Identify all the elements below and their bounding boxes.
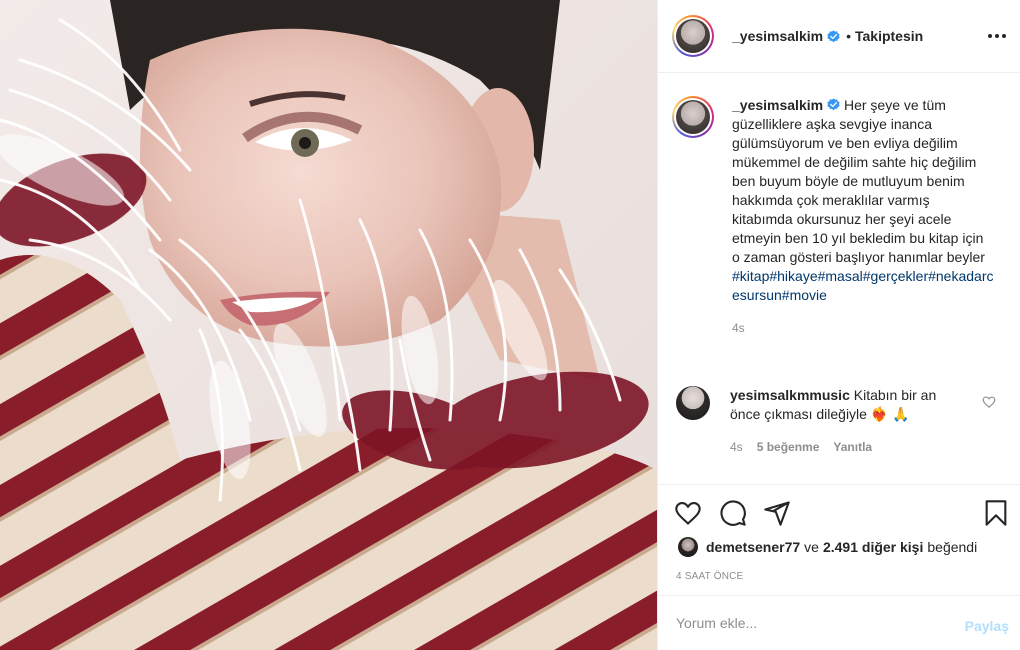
comment-like-heart-icon[interactable] [982, 395, 996, 409]
likes-connector: ve [804, 539, 819, 555]
post-caption: _yesimsalkim Her şeye ve tüm güzellikler… [672, 96, 1012, 338]
author-username[interactable]: _yesimsalkim [732, 28, 823, 44]
save-bookmark-icon[interactable] [982, 499, 1010, 527]
post-sidebar: _yesimsalkim • Takiptesin _yesimsalkim H… [657, 0, 1020, 650]
likes-count[interactable]: 2.491 diğer kişi [823, 539, 923, 555]
caption-username[interactable]: _yesimsalkim [732, 97, 823, 113]
separator-dot: • [846, 28, 851, 44]
post-photo[interactable] [0, 0, 657, 650]
comment-emoji: ❤️‍🔥 🙏 [870, 406, 910, 422]
more-horizontal-icon[interactable] [985, 24, 1009, 48]
comment-item: yesimsalkmmusic Kitabın bir an önce çıkm… [676, 386, 1006, 424]
avatar[interactable] [676, 100, 710, 134]
caption-timestamp[interactable]: 4s [732, 319, 994, 338]
comment-body: yesimsalkmmusic Kitabın bir an önce çıkm… [730, 386, 970, 424]
comment-meta: 4s 5 beğenme Yanıtla [730, 440, 872, 454]
instagram-post: _yesimsalkim • Takiptesin _yesimsalkim H… [0, 0, 1020, 650]
likes-summary: demetsener77 ve 2.491 diğer kişi beğendi [678, 537, 977, 557]
reply-button[interactable]: Yanıtla [833, 440, 872, 454]
avatar[interactable] [676, 19, 710, 53]
post-comment-button[interactable]: Paylaş [965, 618, 1009, 634]
caption-avatar-ring[interactable] [672, 96, 714, 138]
comment-input[interactable] [676, 615, 946, 631]
verified-badge-icon [827, 29, 840, 42]
author-avatar-ring[interactable] [672, 15, 714, 57]
caption-hashtags[interactable]: #kitap#hikaye#masal#gerçekler#nekadarces… [732, 268, 994, 303]
verified-badge-icon [827, 98, 840, 111]
avatar[interactable] [676, 386, 710, 420]
comment-likes[interactable]: 5 beğenme [757, 440, 820, 454]
likes-verb: beğendi [927, 539, 978, 555]
caption-text: _yesimsalkim Her şeye ve tüm güzellikler… [732, 96, 994, 338]
liker-username[interactable]: demetsener77 [706, 539, 800, 555]
post-image [0, 0, 657, 650]
post-header: _yesimsalkim • Takiptesin [658, 0, 1020, 73]
share-paper-plane-icon[interactable] [763, 499, 791, 527]
add-comment-form: Paylaş [658, 595, 1020, 650]
comment-timestamp[interactable]: 4s [730, 440, 743, 454]
avatar[interactable] [678, 537, 698, 557]
post-timestamp[interactable]: 4 SAAT ÖNCE [676, 571, 743, 582]
like-heart-icon[interactable] [674, 499, 702, 527]
following-button[interactable]: Takiptesin [855, 28, 923, 44]
comment-username[interactable]: yesimsalkmmusic [730, 387, 850, 403]
comment-bubble-icon[interactable] [719, 499, 747, 527]
caption-body: Her şeye ve tüm güzelliklere aşka sevgiy… [732, 97, 985, 265]
